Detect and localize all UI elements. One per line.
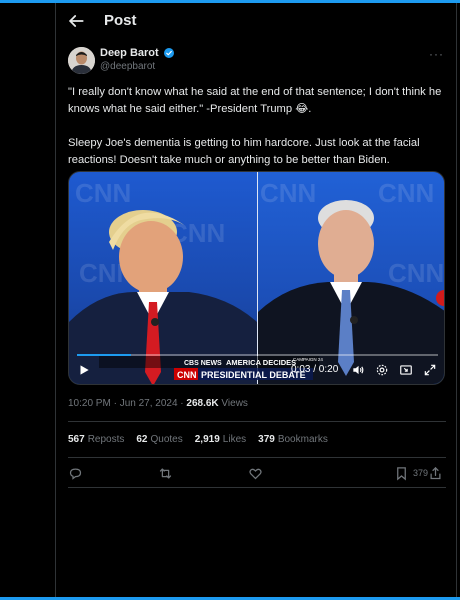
post-header: Post [56,3,456,39]
post-column: Post Deep Barot @deepbarot ··· "I really… [55,3,457,597]
bookmarks-stat[interactable]: 379 Bookmarks [258,434,328,445]
tweet-paragraph-1: "I really don't know what he said at the… [68,86,442,115]
cnn-watermark: CNN [75,178,131,208]
news-brand: CBS NEWS [184,360,222,367]
avatar[interactable] [68,47,95,74]
post-meta: 10:20 PM · Jun 27, 2024 · 268.6K Views [68,398,248,409]
action-bar: 379 [68,464,446,484]
divider [68,421,446,422]
reply-icon[interactable] [68,466,83,481]
news-headline: AMERICA DECIDES [226,358,296,367]
svg-text:CNN: CNN [388,258,444,288]
volume-icon[interactable] [351,363,365,377]
play-icon[interactable] [77,363,91,377]
picture-in-picture-icon[interactable] [399,363,413,377]
page-title: Post [104,12,137,29]
svg-text:CNN: CNN [177,370,197,380]
tweet-text: "I really don't know what he said at the… [68,84,448,169]
post-timestamp[interactable]: 10:20 PM · Jun 27, 2024 · [68,398,186,409]
author-name[interactable]: Deep Barot [100,47,159,59]
like-heart-icon[interactable] [248,466,263,481]
settings-gear-icon[interactable] [375,363,389,377]
news-subheadline: PRESIDENTIAL DEBATE [201,370,306,380]
video-progress-bar[interactable] [77,354,438,356]
quotes-stat[interactable]: 62 Quotes [136,434,182,445]
engagement-stats: 567 Reposts 62 Quotes 2,919 Likes 379 Bookma… [68,434,328,445]
more-options-icon[interactable]: ··· [429,47,444,61]
divider [68,487,446,488]
video-time: 0:03 / 0:20 [291,364,339,375]
divider [68,457,446,458]
back-arrow-icon[interactable] [66,11,86,31]
tweet-paragraph-2: Sleepy Joe's dementia is getting to him … [68,137,420,166]
views-count: 268.6K [186,398,219,409]
svg-text:CNN: CNN [378,178,434,208]
reposts-stat[interactable]: 567 Reposts [68,434,124,445]
verified-badge-icon [163,48,174,58]
views-label: Views [218,398,248,409]
bookmark-icon[interactable] [394,466,409,481]
video-player[interactable]: CNN CNN CNN CNN CNN CNN CBS NEWS AMERICA… [68,171,445,385]
likes-stat[interactable]: 2,919 Likes [195,434,246,445]
svg-text:CNN: CNN [260,178,316,208]
bookmark-count: 379 [413,468,429,478]
author-name-row: Deep Barot [100,47,175,59]
video-progress-fill [77,354,132,356]
author-handle[interactable]: @deepbarot [100,61,155,72]
video-controls: CBS NEWS AMERICA DECIDES CAMPAIGN 24 CNN… [69,354,444,384]
repost-icon[interactable] [158,466,173,481]
share-icon[interactable] [428,466,443,481]
fullscreen-icon[interactable] [423,363,437,377]
news-tag: CAMPAIGN 24 [293,357,323,362]
